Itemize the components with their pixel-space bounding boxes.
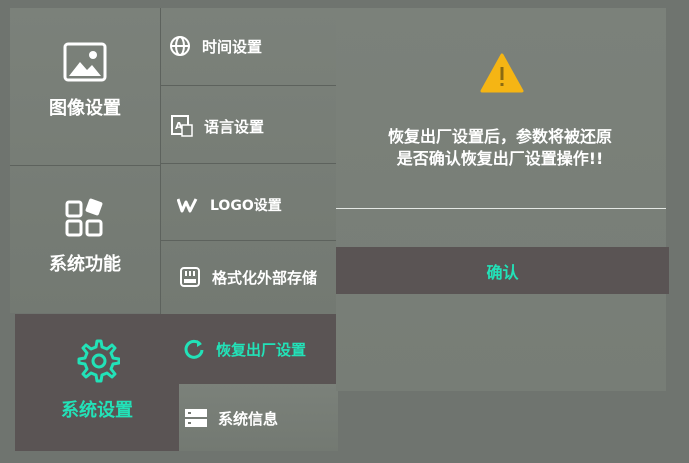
submenu-logo-settings[interactable]: LOGO设置	[176, 193, 282, 217]
category-label: 系统功能	[49, 254, 121, 275]
sdcard-icon	[178, 265, 202, 289]
submenu-label: 时间设置	[202, 37, 263, 56]
category-system-settings[interactable]: 系统设置	[25, 338, 169, 422]
column-divider	[160, 8, 161, 314]
category-system-functions[interactable]: 系统功能	[20, 198, 150, 276]
dialog-message-line1: 恢复出厂设置后，参数将被还原	[387, 127, 612, 146]
submenu-time-settings[interactable]: 时间设置	[168, 34, 262, 58]
submenu-label: 系统信息	[218, 409, 279, 428]
dialog-message: 恢复出厂设置后，参数将被还原 是否确认恢复出厂设置操作!!	[350, 126, 650, 170]
category-label: 图像设置	[49, 98, 121, 119]
submenu-label: 语言设置	[204, 117, 265, 136]
language-icon: A	[170, 114, 194, 138]
confirm-label: 确认	[486, 262, 519, 282]
dialog-divider	[336, 208, 666, 209]
refresh-icon	[182, 337, 206, 361]
submenu-language-settings[interactable]: A 语言设置	[170, 114, 264, 138]
submenu-factory-reset[interactable]: 恢复出厂设置	[182, 337, 306, 361]
dialog-message-line2: 是否确认恢复出厂设置操作!!	[396, 149, 604, 168]
submenu-label: 恢复出厂设置	[216, 340, 307, 359]
globe-icon	[168, 34, 192, 58]
server-icon	[184, 406, 208, 430]
category-image-settings[interactable]: 图像设置	[20, 42, 150, 120]
gear-icon	[25, 338, 169, 388]
submenu-label: LOGO设置	[210, 198, 282, 214]
submenu-divider	[160, 240, 336, 241]
image-icon	[20, 42, 150, 86]
apps-icon	[20, 198, 150, 242]
submenu-system-info[interactable]: 系统信息	[184, 406, 278, 430]
logo-w-icon	[176, 193, 200, 217]
warning-icon	[480, 52, 524, 98]
submenu-divider	[160, 85, 336, 86]
submenu-label: 格式化外部存储	[212, 268, 318, 287]
category-label: 系统设置	[61, 400, 133, 421]
confirm-button[interactable]: 确认	[336, 247, 669, 294]
submenu-format-storage[interactable]: 格式化外部存储	[178, 265, 317, 289]
category-divider	[10, 165, 160, 166]
submenu-divider	[160, 163, 336, 164]
